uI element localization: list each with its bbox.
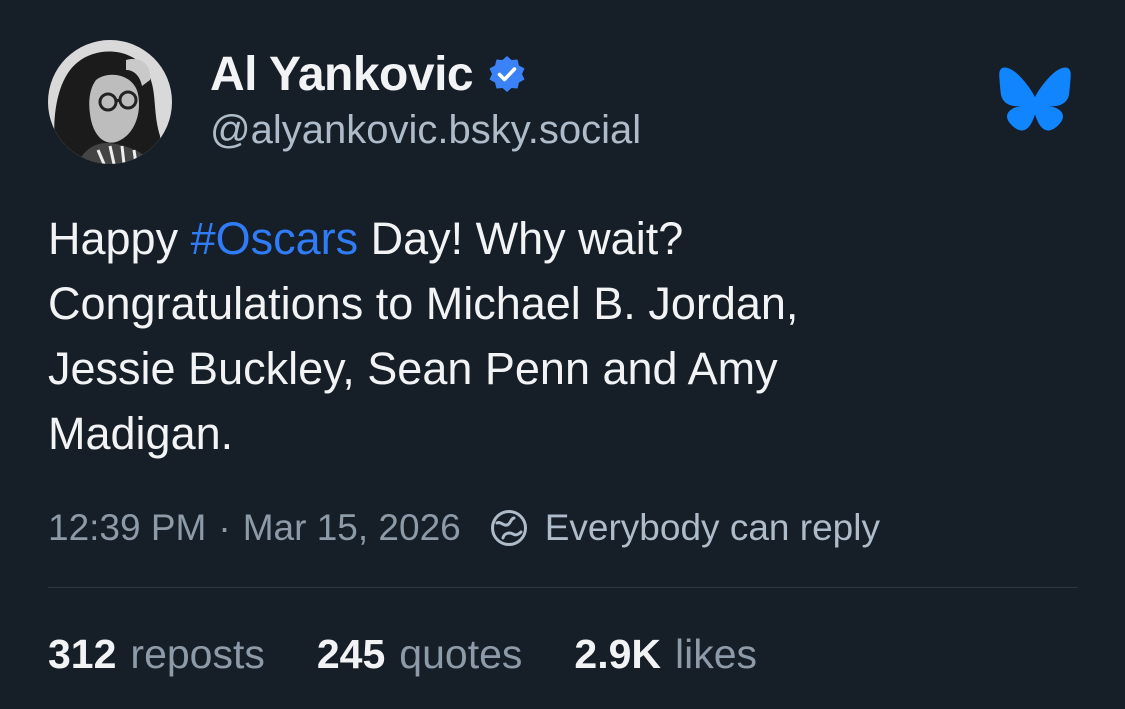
avatar-photo: [48, 40, 172, 164]
post-date[interactable]: Mar 15, 2026: [243, 507, 461, 549]
bluesky-butterfly-icon[interactable]: [998, 66, 1072, 132]
reply-setting[interactable]: Everybody can reply: [489, 507, 880, 549]
post-text: Happy #Oscars Day! Why wait? Congratulat…: [48, 206, 1048, 466]
post-meta: 12:39 PM · Mar 15, 2026 Everybody can re…: [48, 500, 880, 556]
verified-badge-icon[interactable]: [487, 54, 527, 94]
likes-stat[interactable]: 2.9K likes: [574, 631, 757, 678]
post-card: Al Yankovic @alyankovic.bsky.social Happ…: [0, 0, 1125, 709]
author-handle[interactable]: @alyankovic.bsky.social: [210, 108, 641, 153]
reposts-label: reposts: [130, 630, 265, 677]
post-text-line: Happy #Oscars Day! Why wait?: [48, 206, 1048, 271]
post-text-line: Congratulations to Michael B. Jordan,: [48, 278, 799, 329]
reply-settings-icon: [490, 510, 527, 546]
divider: [48, 587, 1078, 588]
reply-setting-label: Everybody can reply: [544, 507, 880, 548]
post-time[interactable]: 12:39 PM: [48, 507, 206, 549]
post-text-line: Madigan.: [48, 408, 234, 459]
quotes-count: 245: [316, 630, 386, 677]
hashtag-link[interactable]: #Oscars: [191, 213, 359, 264]
reposts-count: 312: [48, 630, 117, 677]
post-text-segment: Happy: [48, 213, 191, 264]
post-text-line: Jessie Buckley, Sean Penn and Amy: [48, 343, 778, 394]
quotes-stat[interactable]: 245 quotes: [317, 631, 523, 678]
post-text-segment: Day! Why wait?: [358, 213, 684, 264]
quotes-label: quotes: [399, 630, 523, 677]
engagement-stats: 312 reposts 245 quotes 2.9K likes: [48, 626, 809, 682]
likes-count: 2.9K: [574, 630, 662, 677]
author-avatar[interactable]: [48, 40, 172, 164]
likes-label: likes: [675, 630, 758, 677]
meta-separator: ·: [218, 507, 231, 548]
reposts-stat[interactable]: 312 reposts: [48, 631, 265, 678]
author-display-name[interactable]: Al Yankovic: [210, 47, 474, 102]
author-name-row: Al Yankovic: [210, 44, 527, 104]
